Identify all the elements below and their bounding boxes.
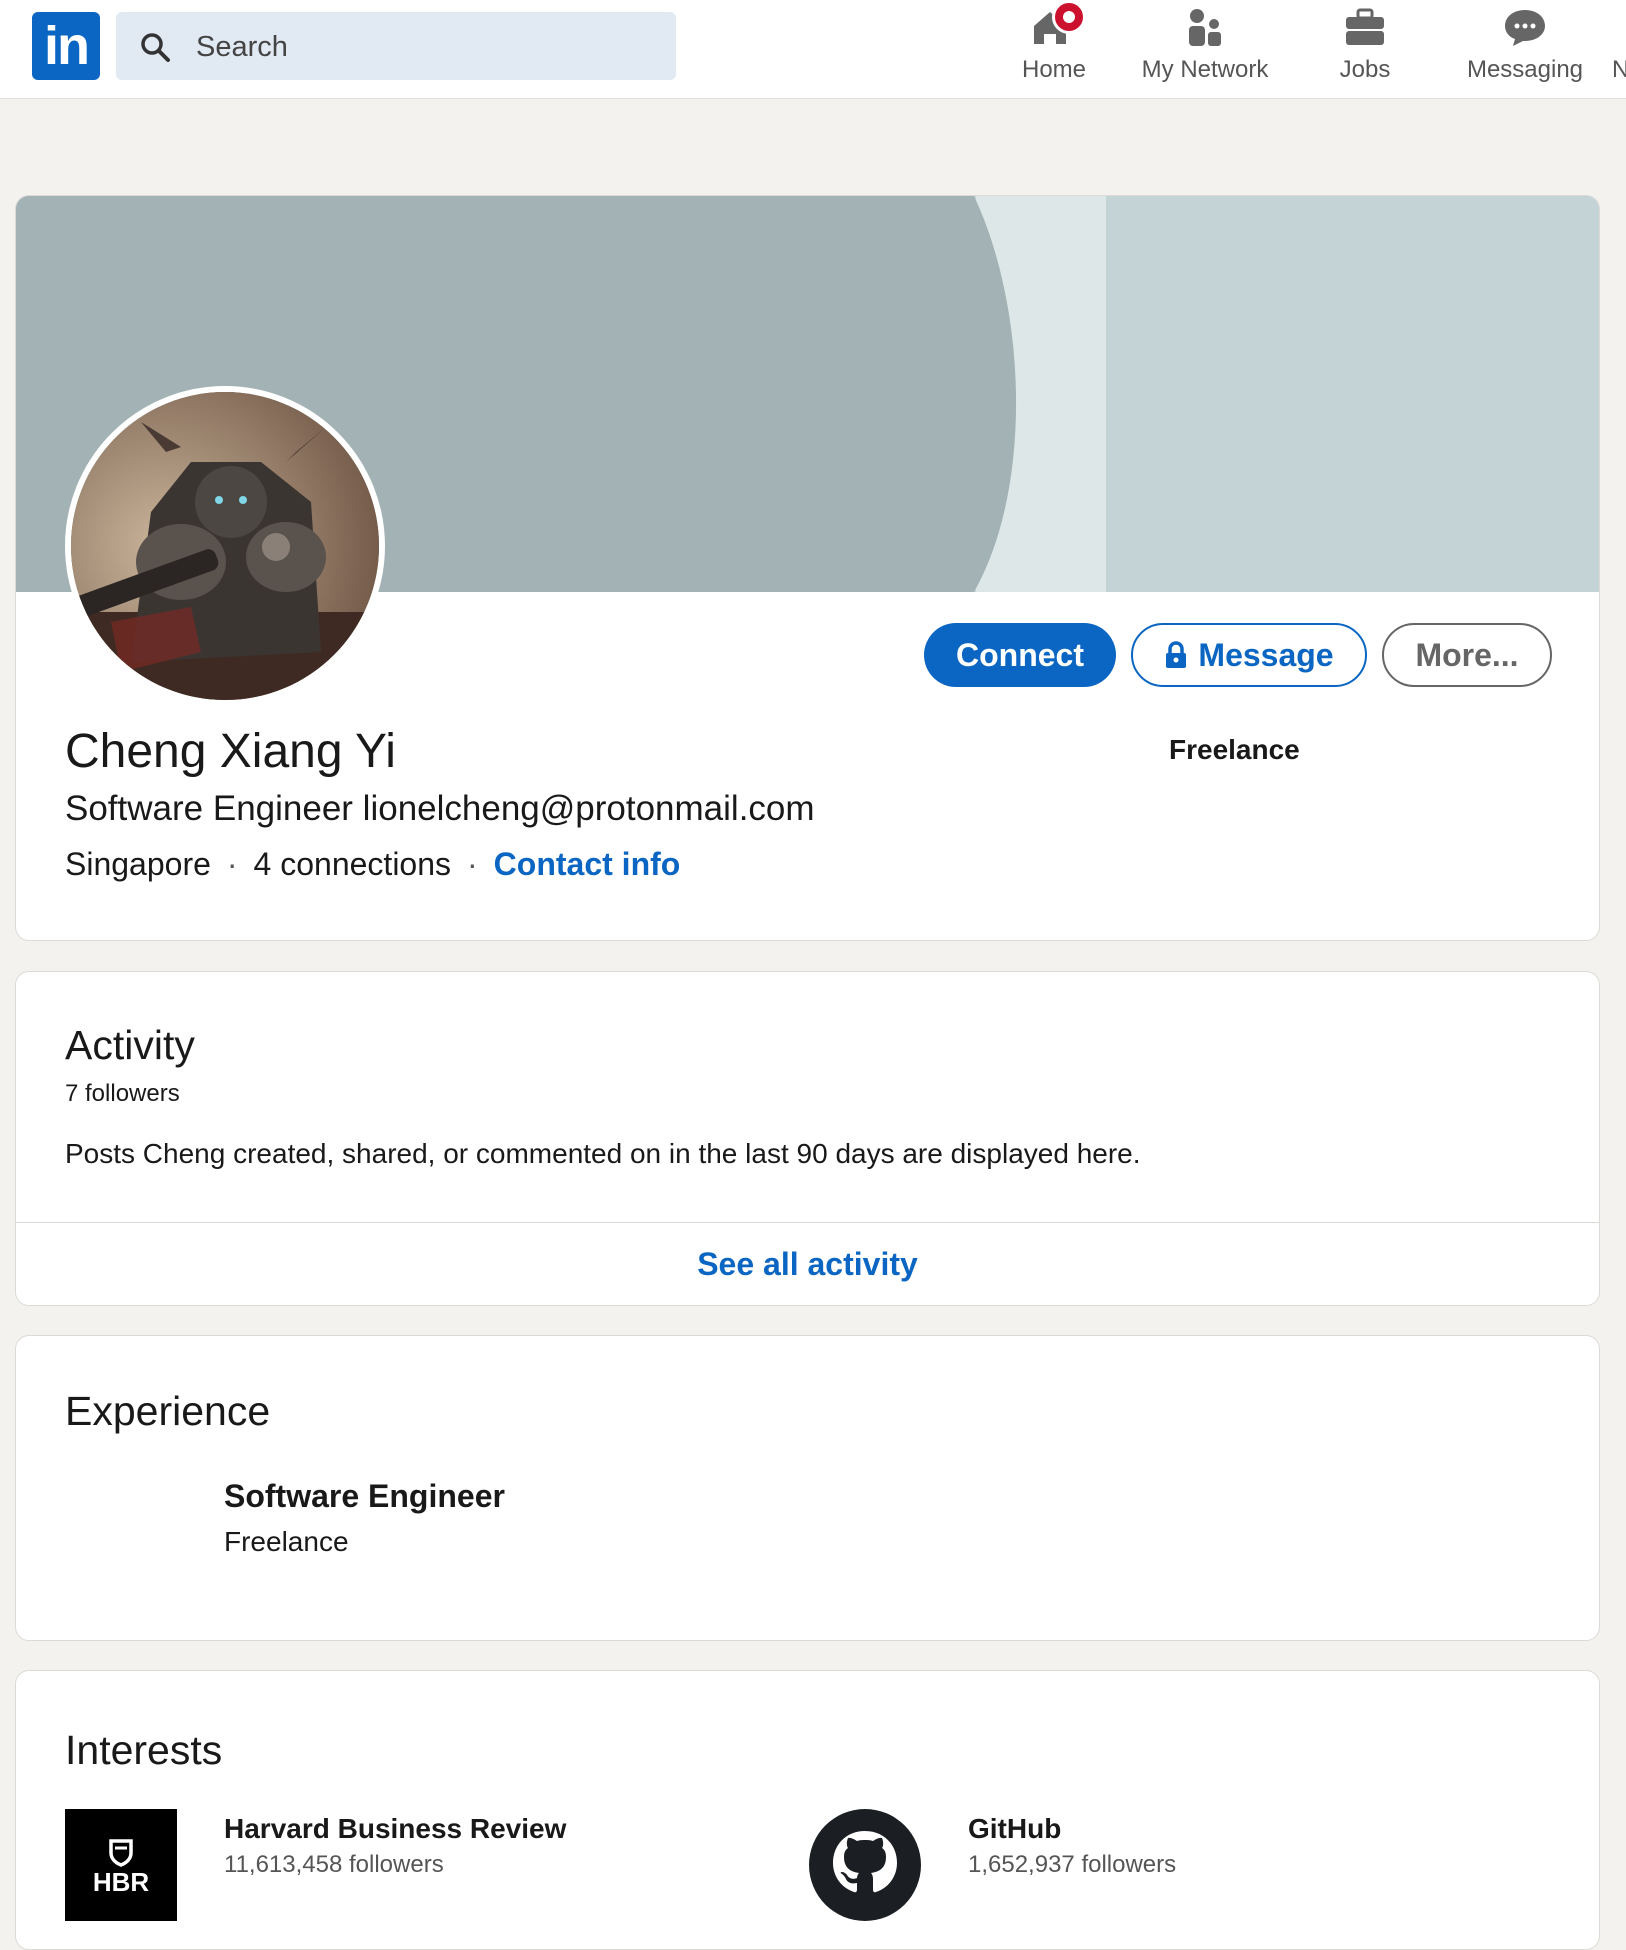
experience-item-company: Freelance [224, 1526, 349, 1557]
hbr-shield-icon [109, 1839, 133, 1867]
interest-name[interactable]: Harvard Business Review [224, 1813, 566, 1845]
activity-divider [16, 1222, 1599, 1223]
connect-button[interactable]: Connect [924, 623, 1116, 687]
profile-connections[interactable]: 4 connections [254, 846, 451, 882]
interest-name[interactable]: GitHub [968, 1813, 1061, 1845]
message-button-label: Message [1198, 636, 1334, 673]
nav-home[interactable]: Home [1004, 0, 1104, 98]
nav-jobs[interactable]: Jobs [1315, 0, 1415, 98]
my-network-icon [1189, 9, 1221, 46]
interests-title: Interests [65, 1727, 223, 1773]
nav-home-label: Home [1021, 56, 1087, 83]
github-octocat-icon [809, 1809, 921, 1921]
top-nav-bar: in Home My Network Jobs [0, 0, 1626, 99]
messaging-icon [1505, 10, 1545, 46]
nav-my-network[interactable]: My Network [1130, 0, 1280, 98]
profile-card: Connect Message More... Cheng Xiang Yi S… [15, 195, 1600, 941]
avatar-image [71, 392, 379, 700]
lock-icon [1166, 641, 1187, 668]
nav-my-network-label: My Network [1141, 56, 1269, 83]
nav-messaging[interactable]: Messaging [1460, 0, 1590, 98]
profile-headline: Software Engineer lionelcheng@protonmail… [65, 789, 815, 828]
activity-description: Posts Cheng created, shared, or commente… [65, 1138, 1141, 1169]
experience-item-title[interactable]: Software Engineer [224, 1478, 505, 1515]
profile-avatar[interactable] [65, 386, 385, 706]
meta-separator: · [467, 846, 478, 882]
see-all-activity-link[interactable]: See all activity [16, 1246, 1599, 1283]
activity-followers: 7 followers [65, 1080, 180, 1107]
hbr-logo[interactable]: HBR [65, 1809, 177, 1921]
nav-notifications-partial[interactable]: N [1612, 0, 1626, 98]
profile-location: Singapore [65, 846, 211, 882]
interest-followers: 1,652,937 followers [968, 1851, 1177, 1878]
experience-card: Experience Software Engineer Freelance [15, 1335, 1600, 1641]
experience-title: Experience [65, 1388, 271, 1434]
search-icon [141, 33, 170, 62]
meta-separator: · [226, 846, 238, 882]
search-box[interactable] [116, 12, 676, 82]
nav-jobs-label: Jobs [1339, 56, 1391, 83]
search-input[interactable] [194, 12, 658, 82]
jobs-icon [1346, 8, 1384, 45]
message-button[interactable]: Message [1131, 623, 1367, 687]
interests-card: Interests HBR Harvard Business Review 11… [15, 1670, 1600, 1950]
nav-messaging-label: Messaging [1466, 56, 1584, 83]
current-company[interactable]: Freelance [1169, 734, 1300, 766]
nav-partial-label: N [1612, 56, 1626, 83]
hbr-logo-text: HBR [92, 1867, 150, 1897]
profile-name: Cheng Xiang Yi [65, 725, 396, 778]
contact-info-link[interactable]: Contact info [494, 846, 681, 882]
more-button[interactable]: More... [1382, 623, 1552, 687]
activity-title: Activity [65, 1022, 195, 1068]
notification-badge [1052, 0, 1086, 34]
github-logo[interactable] [809, 1809, 921, 1921]
linkedin-logo[interactable]: in [32, 12, 100, 80]
profile-meta: Singapore · 4 connections · Contact info [65, 846, 680, 883]
interest-followers: 11,613,458 followers [224, 1851, 444, 1878]
activity-card: Activity 7 followers Posts Cheng created… [15, 971, 1600, 1306]
